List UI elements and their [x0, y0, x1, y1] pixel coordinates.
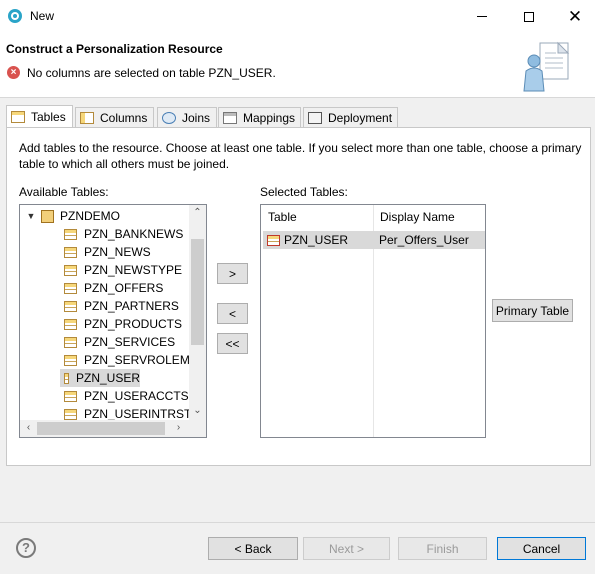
column-header-table[interactable]: Table: [261, 205, 373, 229]
tab-tables[interactable]: Tables: [6, 105, 73, 127]
cancel-button[interactable]: Cancel: [497, 537, 586, 560]
minimize-icon: [477, 16, 487, 17]
tree-root-label: PZNDEMO: [60, 209, 120, 223]
tree-item[interactable]: PZN_BANKNEWS: [64, 225, 183, 243]
selected-tables-table[interactable]: Table Display Name PZN_USER Per_Offers_U…: [260, 204, 486, 438]
tree-item[interactable]: PZN_PRODUCTS: [64, 315, 182, 333]
tree-item[interactable]: PZN_USERACCTS: [64, 387, 189, 405]
tree-item-label: PZN_NEWS: [84, 245, 151, 259]
wizard-title: Construct a Personalization Resource: [6, 42, 223, 56]
tree-item[interactable]: PZN_PARTNERS: [64, 297, 179, 315]
deployment-icon: [308, 111, 322, 124]
table-icon: [64, 390, 77, 402]
remove-table-button[interactable]: <: [217, 303, 248, 324]
minimize-button[interactable]: [459, 0, 505, 33]
back-button[interactable]: < Back: [208, 537, 298, 560]
tab-joins[interactable]: Joins: [157, 107, 217, 127]
tree-item-label: PZN_SERVROLEMAP: [84, 353, 206, 367]
selected-table-name-cell: PZN_USER: [267, 233, 348, 247]
selected-tables-label: Selected Tables:: [260, 185, 348, 199]
next-button[interactable]: Next >: [303, 537, 390, 560]
maximize-icon: [524, 11, 534, 22]
mappings-icon: [223, 111, 237, 124]
selected-table-name: PZN_USER: [284, 233, 349, 247]
table-icon: [64, 282, 77, 294]
chevron-down-icon[interactable]: ▼: [26, 211, 36, 221]
title-bar: New ✕: [0, 0, 595, 33]
tree-item-label: PZN_USERINTRST: [84, 407, 192, 421]
columns-icon: [80, 111, 94, 124]
tree-item-label: PZN_SERVICES: [84, 335, 176, 349]
primary-table-icon: [267, 234, 280, 246]
primary-table-button[interactable]: Primary Table: [492, 299, 573, 322]
table-icon: [64, 228, 77, 240]
table-icon: [11, 110, 25, 123]
table-icon: [64, 318, 77, 330]
wizard-header: Construct a Personalization Resource × N…: [0, 33, 595, 98]
table-icon: [64, 372, 69, 384]
eclipse-app-icon: [8, 9, 22, 23]
tree-item[interactable]: PZN_OFFERS: [64, 279, 163, 297]
table-icon: [64, 264, 77, 276]
table-icon: [64, 246, 77, 258]
tab-tables-label: Tables: [31, 109, 66, 124]
maximize-button[interactable]: [506, 0, 552, 33]
database-schema-icon: [41, 209, 54, 223]
window-title: New: [30, 9, 55, 23]
column-header-display-name[interactable]: Display Name: [373, 205, 485, 229]
vertical-scroll-thumb[interactable]: [191, 239, 204, 345]
close-icon: ✕: [567, 6, 583, 26]
add-table-button[interactable]: >: [217, 263, 248, 284]
tree-item-label: PZN_PRODUCTS: [84, 317, 183, 331]
chevron-up-icon[interactable]: ⌃: [189, 207, 206, 218]
tree-item[interactable]: PZN_SERVROLEMAP: [64, 351, 206, 369]
tree-vertical-scrollbar[interactable]: ⌃ ⌄: [189, 205, 206, 421]
display-name-cell[interactable]: Per_Offers_User: [379, 233, 469, 247]
tree-item-label: PZN_OFFERS: [84, 281, 164, 295]
tree-horizontal-scrollbar[interactable]: ‹ ›: [20, 420, 206, 437]
tree-item[interactable]: PZN_NEWS: [64, 243, 151, 261]
tree-item[interactable]: PZN_NEWSTYPE: [64, 261, 182, 279]
tree-root-pzndemo[interactable]: ▼ PZNDEMO: [26, 207, 120, 225]
tab-columns[interactable]: Columns: [75, 107, 154, 127]
available-tables-label: Available Tables:: [19, 185, 109, 199]
finish-button[interactable]: Finish: [398, 537, 487, 560]
footer-divider: [0, 522, 595, 523]
table-icon: [64, 336, 77, 348]
tree-item-label: PZN_USER: [75, 371, 140, 385]
chevron-right-icon[interactable]: ›: [170, 422, 187, 433]
tab-mappings[interactable]: Mappings: [218, 107, 301, 127]
tab-columns-label: Columns: [100, 110, 148, 125]
tab-mappings-label: Mappings: [243, 110, 296, 125]
close-button[interactable]: ✕: [552, 0, 595, 33]
error-message: No columns are selected on table PZN_USE…: [27, 66, 276, 80]
tab-joins-label: Joins: [182, 110, 211, 125]
tree-item-label: PZN_BANKNEWS: [84, 227, 184, 241]
error-icon: ×: [7, 66, 20, 79]
chevron-left-icon[interactable]: ‹: [20, 422, 37, 433]
personalization-wizard-icon: [523, 41, 570, 92]
tab-deployment[interactable]: Deployment: [303, 107, 398, 127]
tree-item-label: PZN_PARTNERS: [84, 299, 179, 313]
tree-item-label: PZN_USERACCTS: [84, 389, 189, 403]
help-icon[interactable]: ?: [16, 538, 36, 558]
table-icon: [64, 300, 77, 312]
tree-item-label: PZN_NEWSTYPE: [84, 263, 183, 277]
instructions-text: Add tables to the resource. Choose at le…: [19, 141, 582, 171]
horizontal-scroll-thumb[interactable]: [37, 422, 165, 435]
tree-item-selected[interactable]: PZN_USER: [60, 369, 140, 387]
tree-item[interactable]: PZN_SERVICES: [64, 333, 175, 351]
table-icon: [64, 408, 77, 420]
table-icon: [64, 354, 77, 366]
tab-deployment-label: Deployment: [328, 110, 393, 125]
available-tables-tree[interactable]: ▼ PZNDEMO PZN_BANKNEWS PZN_NEWS PZN_NEWS…: [19, 204, 207, 438]
joins-icon: [162, 111, 176, 124]
remove-all-tables-button[interactable]: <<: [217, 333, 248, 354]
chevron-down-icon[interactable]: ⌄: [189, 405, 206, 416]
